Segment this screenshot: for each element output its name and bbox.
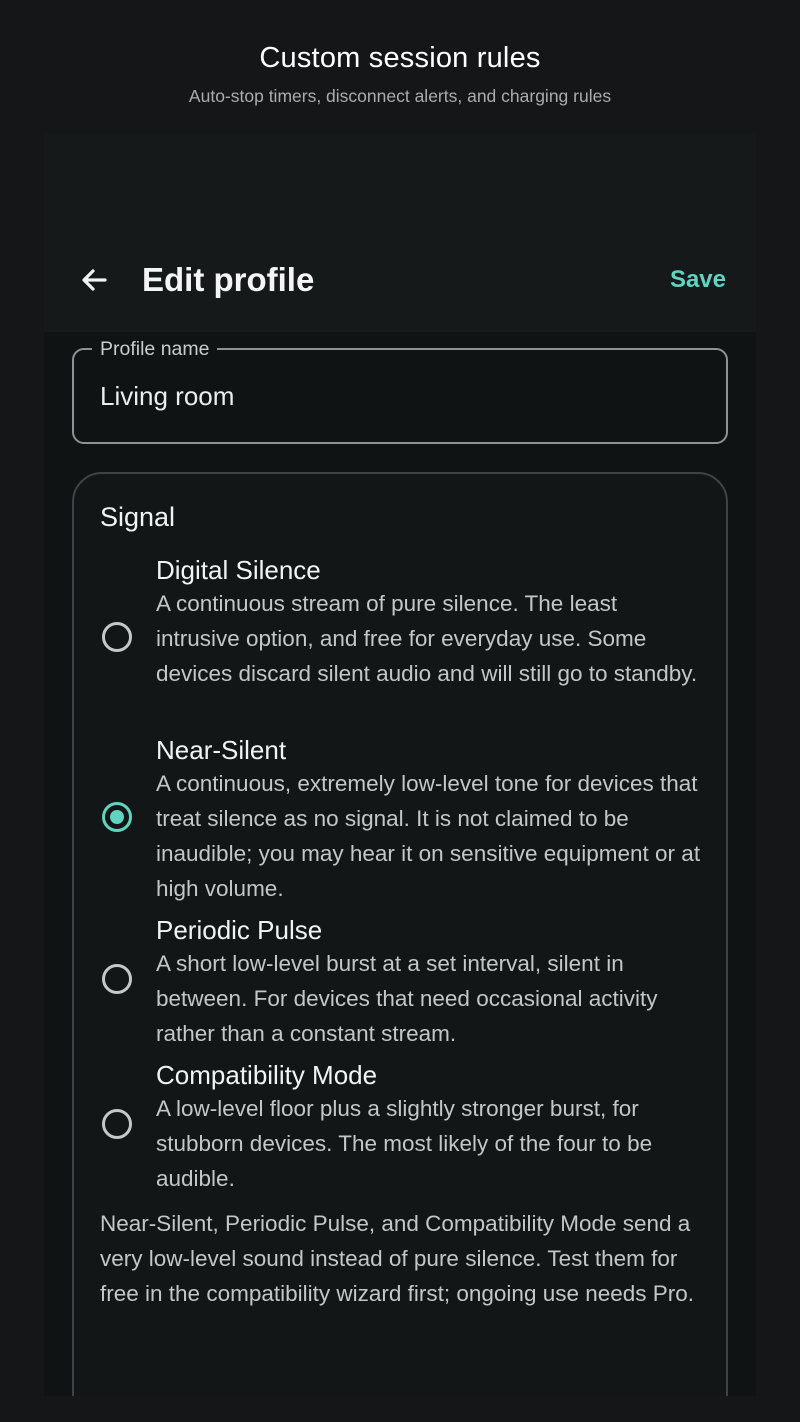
app-bar: Edit profile Save (44, 134, 756, 332)
option-description: A continuous, extremely low-level tone f… (156, 771, 701, 901)
phone-screen: Edit profile Save Profile name Living ro… (44, 134, 756, 1396)
signal-option-digital-silence[interactable]: Digital Silence A continuous stream of p… (74, 554, 726, 724)
profile-name-label: Profile name (92, 337, 218, 361)
option-text: Compatibility Mode A low-level floor plu… (156, 1059, 706, 1196)
signal-section-title: Signal (100, 502, 176, 532)
signal-card: Signal Digital Silence A continuous stre… (72, 472, 728, 1396)
option-text: Periodic Pulse A short low-level burst a… (156, 914, 706, 1051)
option-name: Compatibility Mode (156, 1060, 378, 1090)
option-description: A low-level floor plus a slightly strong… (156, 1096, 653, 1191)
radio-button-digital-silence[interactable] (102, 622, 132, 652)
profile-name-field[interactable]: Profile name Living room (72, 337, 728, 444)
signal-option-periodic-pulse[interactable]: Periodic Pulse A short low-level burst a… (74, 914, 726, 1049)
radio-button-periodic-pulse[interactable] (102, 964, 132, 994)
radio-button-compatibility-mode[interactable] (102, 1109, 132, 1139)
option-name: Periodic Pulse (156, 915, 323, 945)
profile-name-input[interactable]: Living room (100, 380, 234, 412)
signal-footnote: Near-Silent, Periodic Pulse, and Compati… (100, 1211, 695, 1306)
screenshot-page: Custom session rules Auto-stop timers, d… (0, 0, 800, 1422)
caption-title: Custom session rules (259, 42, 541, 74)
signal-option-compatibility-mode[interactable]: Compatibility Mode A low-level floor plu… (74, 1059, 726, 1194)
save-button[interactable]: Save (670, 258, 726, 302)
page-title: Edit profile (142, 261, 315, 298)
back-button[interactable] (72, 258, 116, 302)
option-description: A continuous stream of pure silence. The… (156, 591, 698, 686)
option-name: Near-Silent (156, 735, 287, 765)
signal-option-near-silent[interactable]: Near-Silent A continuous, extremely low-… (74, 734, 726, 904)
arrow-left-icon (82, 269, 107, 291)
option-name: Digital Silence (156, 555, 321, 585)
caption-subtitle: Auto-stop timers, disconnect alerts, and… (188, 86, 612, 106)
option-text: Digital Silence A continuous stream of p… (156, 554, 706, 691)
radio-button-near-silent[interactable] (102, 802, 132, 832)
option-description: A short low-level burst at a set interva… (156, 951, 658, 1046)
option-text: Near-Silent A continuous, extremely low-… (156, 734, 706, 906)
